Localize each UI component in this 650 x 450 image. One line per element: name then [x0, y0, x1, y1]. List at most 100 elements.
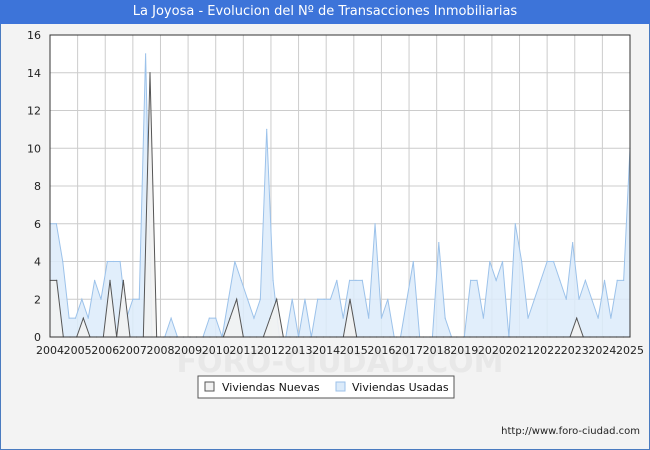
data-point-1 — [489, 260, 491, 263]
x-tick-label: 2010 — [202, 344, 230, 357]
data-point-1 — [552, 260, 555, 263]
data-point-1 — [482, 317, 485, 319]
data-point-0 — [149, 72, 151, 74]
y-tick-label: 0 — [34, 331, 41, 344]
x-tick-label: 2012 — [257, 344, 285, 357]
y-tick-label: 6 — [34, 218, 41, 231]
y-tick-label: 14 — [27, 67, 41, 80]
y-tick-label: 16 — [27, 29, 41, 42]
data-point-1 — [253, 317, 255, 319]
x-tick-label: 2004 — [36, 344, 64, 357]
data-point-0 — [109, 279, 111, 281]
data-point-1 — [559, 279, 561, 281]
data-point-1 — [240, 279, 242, 281]
data-point-1 — [106, 260, 108, 263]
x-tick-label: 2009 — [174, 344, 202, 357]
data-point-1 — [470, 279, 472, 281]
data-point-0 — [276, 298, 278, 300]
data-point-1 — [113, 260, 115, 263]
y-tick-label: 4 — [34, 256, 41, 269]
data-point-1 — [623, 279, 625, 281]
data-point-0 — [82, 317, 84, 319]
x-tick-label: 2021 — [506, 344, 534, 357]
data-point-0 — [269, 317, 271, 319]
legend-swatch-nuevas — [204, 381, 215, 392]
data-point-1 — [565, 298, 567, 300]
data-point-1 — [374, 223, 376, 225]
data-point-1 — [540, 279, 542, 281]
data-point-1 — [291, 298, 293, 300]
data-point-1 — [266, 128, 268, 130]
data-point-1 — [406, 298, 408, 300]
x-tick-label: 2023 — [561, 344, 589, 357]
data-point-1 — [68, 317, 70, 319]
data-point-0 — [56, 279, 58, 281]
data-point-1 — [387, 298, 389, 300]
data-point-1 — [272, 279, 274, 281]
x-tick-label: 2011 — [229, 344, 257, 357]
x-tick-label: 2006 — [91, 344, 119, 357]
data-point-0 — [122, 279, 124, 281]
data-point-1 — [87, 317, 89, 319]
y-tick-label: 12 — [27, 105, 41, 118]
x-tick-label: 2015 — [340, 344, 368, 357]
y-tick-label: 10 — [27, 142, 41, 155]
data-point-0 — [229, 317, 231, 319]
data-point-1 — [355, 279, 357, 281]
data-point-1 — [572, 242, 574, 244]
data-point-0 — [236, 298, 238, 300]
data-point-1 — [138, 298, 140, 300]
x-tick-label: 2025 — [616, 344, 644, 357]
data-point-1 — [603, 279, 606, 281]
data-point-1 — [578, 298, 580, 300]
data-point-1 — [533, 298, 536, 300]
data-point-1 — [62, 260, 64, 263]
x-tick-label: 2020 — [478, 344, 506, 357]
data-point-1 — [348, 279, 351, 281]
data-point-1 — [380, 317, 383, 319]
data-point-1 — [246, 298, 249, 300]
data-point-1 — [170, 317, 172, 319]
data-point-1 — [304, 298, 306, 300]
data-point-1 — [527, 317, 529, 319]
data-point-1 — [342, 317, 344, 319]
data-point-1 — [514, 223, 516, 225]
legend: Viviendas Nuevas Viviendas Usadas — [197, 375, 455, 399]
data-point-1 — [208, 317, 210, 319]
data-point-1 — [412, 260, 414, 263]
data-point-1 — [591, 298, 593, 300]
data-point-1 — [584, 279, 586, 281]
data-point-1 — [329, 298, 332, 300]
x-tick-label: 2018 — [423, 344, 451, 357]
data-point-1 — [145, 53, 147, 55]
x-tick-label: 2013 — [285, 344, 313, 357]
data-point-1 — [501, 260, 504, 263]
x-tick-label: 2007 — [119, 344, 147, 357]
data-point-1 — [94, 279, 96, 281]
data-point-1 — [361, 279, 363, 281]
data-point-1 — [234, 260, 236, 263]
data-point-1 — [215, 317, 217, 319]
x-tick-label: 2016 — [367, 344, 395, 357]
data-point-1 — [368, 317, 370, 319]
data-point-1 — [323, 298, 325, 300]
x-tick-label: 2017 — [395, 344, 423, 357]
y-tick-label: 2 — [34, 293, 41, 306]
y-tick-label: 8 — [34, 180, 41, 193]
data-point-1 — [438, 242, 440, 244]
data-point-1 — [476, 279, 478, 281]
x-tick-label: 2024 — [588, 344, 616, 357]
data-point-1 — [521, 260, 523, 263]
legend-swatch-usadas — [335, 381, 346, 392]
legend-label-nuevas: Viviendas Nuevas — [222, 381, 320, 394]
data-point-1 — [495, 279, 497, 281]
data-point-0 — [576, 317, 578, 319]
data-point-1 — [336, 279, 338, 281]
data-point-1 — [74, 317, 77, 319]
data-point-1 — [259, 298, 261, 300]
x-tick-label: 2014 — [312, 344, 340, 357]
data-point-1 — [100, 298, 102, 300]
x-tick-label: 2022 — [533, 344, 561, 357]
data-point-0 — [349, 298, 351, 300]
data-point-1 — [227, 298, 230, 300]
